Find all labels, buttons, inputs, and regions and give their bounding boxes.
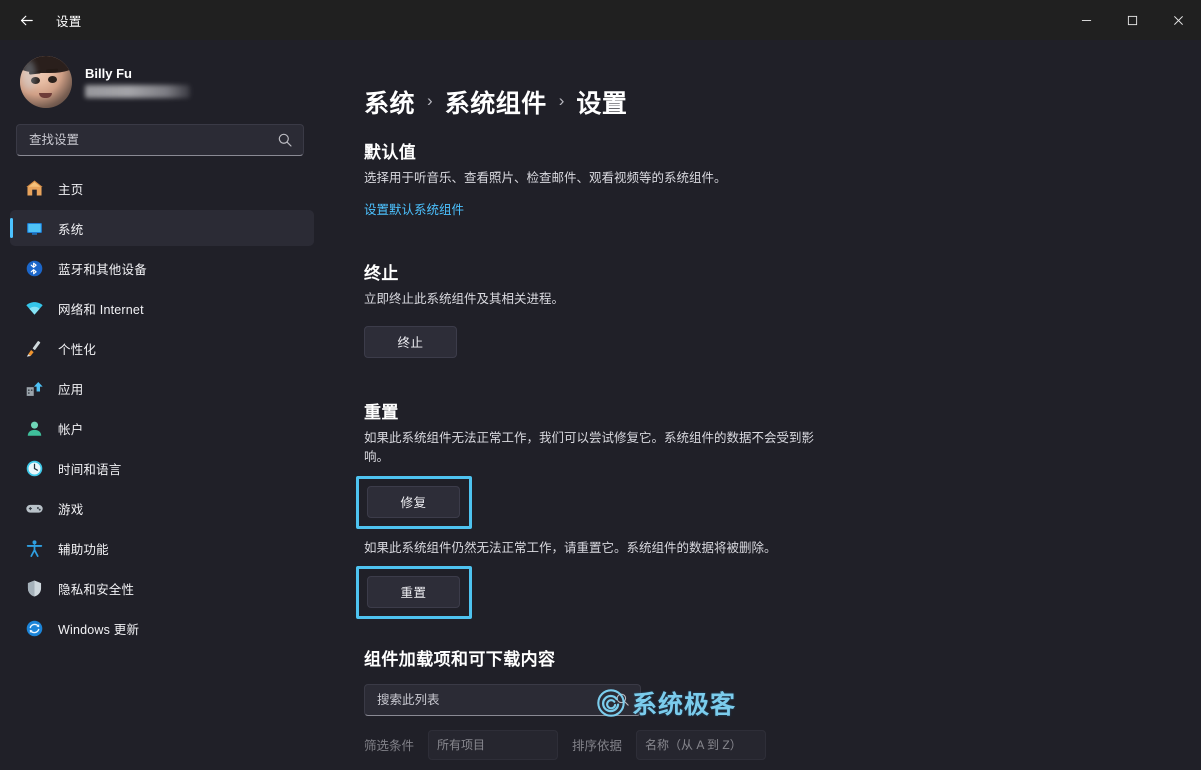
sidebar-item-label: 游戏 xyxy=(58,502,84,517)
sidebar-item-label: 蓝牙和其他设备 xyxy=(58,262,147,277)
clock-icon xyxy=(24,458,44,478)
sidebar-item-personalization[interactable]: 个性化 xyxy=(10,330,314,366)
sidebar-item-apps[interactable]: 应用 xyxy=(10,370,314,406)
reset-description: 如果此系统组件仍然无法正常工作，请重置它。系统组件的数据将被删除。 xyxy=(364,540,777,555)
sidebar-item-network[interactable]: 网络和 Internet xyxy=(10,290,314,326)
addons-title: 组件加载项和可下载内容 xyxy=(364,649,556,669)
sidebar-item-label: 系统 xyxy=(58,222,84,237)
filter-label: 筛选条件 xyxy=(364,739,415,754)
sidebar-item-label: 时间和语言 xyxy=(58,462,122,477)
filter-dropdown[interactable]: 所有项目 xyxy=(428,729,559,760)
sidebar-item-label: 网络和 Internet xyxy=(58,302,144,317)
reset-button-highlight: 重置 xyxy=(356,565,472,619)
sidebar-item-label: 隐私和安全性 xyxy=(58,582,135,597)
addons-search xyxy=(364,683,641,716)
sidebar-item-home[interactable]: 主页 xyxy=(10,170,314,206)
defaults-title: 默认值 xyxy=(364,143,417,162)
profile-name: Billy Fu xyxy=(85,65,132,81)
user-profile[interactable]: Billy Fu xyxy=(0,40,320,112)
window-title: 设置 xyxy=(56,14,82,29)
system-display-icon xyxy=(24,218,44,238)
terminate-description: 立即终止此系统组件及其相关进程。 xyxy=(364,292,565,307)
search-icon xyxy=(278,133,292,147)
terminate-section: 终止 立即终止此系统组件及其相关进程。 终止 xyxy=(364,259,1161,358)
sidebar-nav: 主页 系统 蓝牙和其他设备 网络和 Internet 个性化 应用 帐户 时间和… xyxy=(0,170,320,650)
minimize-button[interactable] xyxy=(1063,0,1109,40)
sidebar-item-system[interactable]: 系统 xyxy=(10,210,314,246)
sort-label: 排序依据 xyxy=(572,739,623,754)
addons-search-box[interactable] xyxy=(364,683,641,716)
sidebar-item-accounts[interactable]: 帐户 xyxy=(10,410,314,446)
home-icon xyxy=(24,178,44,198)
addons-section: 组件加载项和可下载内容 筛选条件 所有项目 排序依据 名称（从 A 到 Z） xyxy=(364,645,1161,760)
repair-button-highlight: 修复 xyxy=(356,475,472,529)
maximize-button[interactable] xyxy=(1109,0,1155,40)
back-arrow-icon xyxy=(20,15,33,25)
defaults-section: 默认值 选择用于听音乐、查看照片、检查邮件、观看视频等的系统组件。 设置默认系统… xyxy=(364,138,1161,219)
wifi-icon xyxy=(24,298,44,318)
search-icon xyxy=(616,693,629,707)
paintbrush-icon xyxy=(24,338,44,358)
content-area: 系统 › 系统组件 › 设置 默认值 选择用于听音乐、查看照片、检查邮件、观看视… xyxy=(320,40,1201,770)
avatar xyxy=(20,56,72,108)
sort-dropdown[interactable]: 名称（从 A 到 Z） xyxy=(636,729,767,760)
sidebar-item-windows-update[interactable]: Windows 更新 xyxy=(10,610,314,646)
apps-icon xyxy=(24,378,44,398)
terminate-button[interactable]: 终止 xyxy=(364,325,457,358)
search-box[interactable] xyxy=(16,124,304,156)
close-button[interactable] xyxy=(1155,0,1201,40)
breadcrumb-item-system-components[interactable]: 系统组件 xyxy=(445,84,547,120)
sidebar-item-label: 帐户 xyxy=(58,422,84,437)
accessibility-icon xyxy=(24,538,44,558)
breadcrumb-separator-icon: › xyxy=(558,91,565,110)
addons-filter-row: 筛选条件 所有项目 排序依据 名称（从 A 到 Z） xyxy=(364,729,1161,760)
settings-window: 设置 Billy Fu 查找设置 主页 系统 蓝牙和其他设备 网络和 Inter… xyxy=(0,0,1201,770)
breadcrumb-item-settings: 设置 xyxy=(576,90,628,118)
breadcrumb: 系统 › 系统组件 › 设置 xyxy=(364,84,1161,120)
sidebar-item-gaming[interactable]: 游戏 xyxy=(10,490,314,526)
back-button[interactable] xyxy=(6,4,46,36)
restore-icon xyxy=(1127,15,1137,25)
window-body: Billy Fu 查找设置 主页 系统 蓝牙和其他设备 网络和 Internet… xyxy=(0,40,1201,770)
reset-button[interactable]: 重置 xyxy=(367,575,460,608)
minimize-icon xyxy=(1081,19,1091,21)
title-bar: 设置 xyxy=(0,0,1201,40)
defaults-description: 选择用于听音乐、查看照片、检查邮件、观看视频等的系统组件。 xyxy=(364,171,727,185)
search-input[interactable] xyxy=(29,133,277,147)
sidebar-item-label: Windows 更新 xyxy=(58,622,140,637)
sidebar-item-label: 主页 xyxy=(58,182,84,197)
sidebar-item-bluetooth[interactable]: 蓝牙和其他设备 xyxy=(10,250,314,286)
repair-button[interactable]: 修复 xyxy=(367,485,460,518)
breadcrumb-item-system[interactable]: 系统 xyxy=(364,84,415,120)
sidebar: Billy Fu 查找设置 主页 系统 蓝牙和其他设备 网络和 Internet… xyxy=(0,40,320,770)
sidebar-item-accessibility[interactable]: 辅助功能 xyxy=(10,530,314,566)
close-icon xyxy=(1173,15,1183,25)
sidebar-item-time-language[interactable]: 时间和语言 xyxy=(10,450,314,486)
terminate-title: 终止 xyxy=(364,264,399,284)
sidebar-item-label: 应用 xyxy=(58,382,84,397)
reset-title: 重置 xyxy=(364,402,399,422)
window-controls xyxy=(1063,0,1201,40)
shield-icon xyxy=(24,578,44,598)
addons-search-input[interactable] xyxy=(377,692,615,707)
sidebar-search xyxy=(16,124,304,156)
bluetooth-icon xyxy=(24,258,44,278)
sidebar-item-label: 辅助功能 xyxy=(58,542,109,557)
update-icon xyxy=(24,618,44,638)
reset-section: 重置 如果此系统组件无法正常工作，我们可以尝试修复它。系统组件的数据不会受到影响… xyxy=(356,398,1161,619)
profile-email-redacted xyxy=(85,84,190,98)
breadcrumb-separator-icon: › xyxy=(427,91,433,110)
sidebar-item-label: 个性化 xyxy=(58,342,97,357)
gamepad-icon xyxy=(24,498,44,518)
sidebar-item-privacy-security[interactable]: 隐私和安全性 xyxy=(10,570,314,606)
repair-description: 如果此系统组件无法正常工作，我们可以尝试修复它。系统组件的数据不会受到影响。 xyxy=(364,430,815,465)
set-default-components-link[interactable]: 设置默认系统组件 xyxy=(364,199,464,218)
account-icon xyxy=(24,418,44,438)
